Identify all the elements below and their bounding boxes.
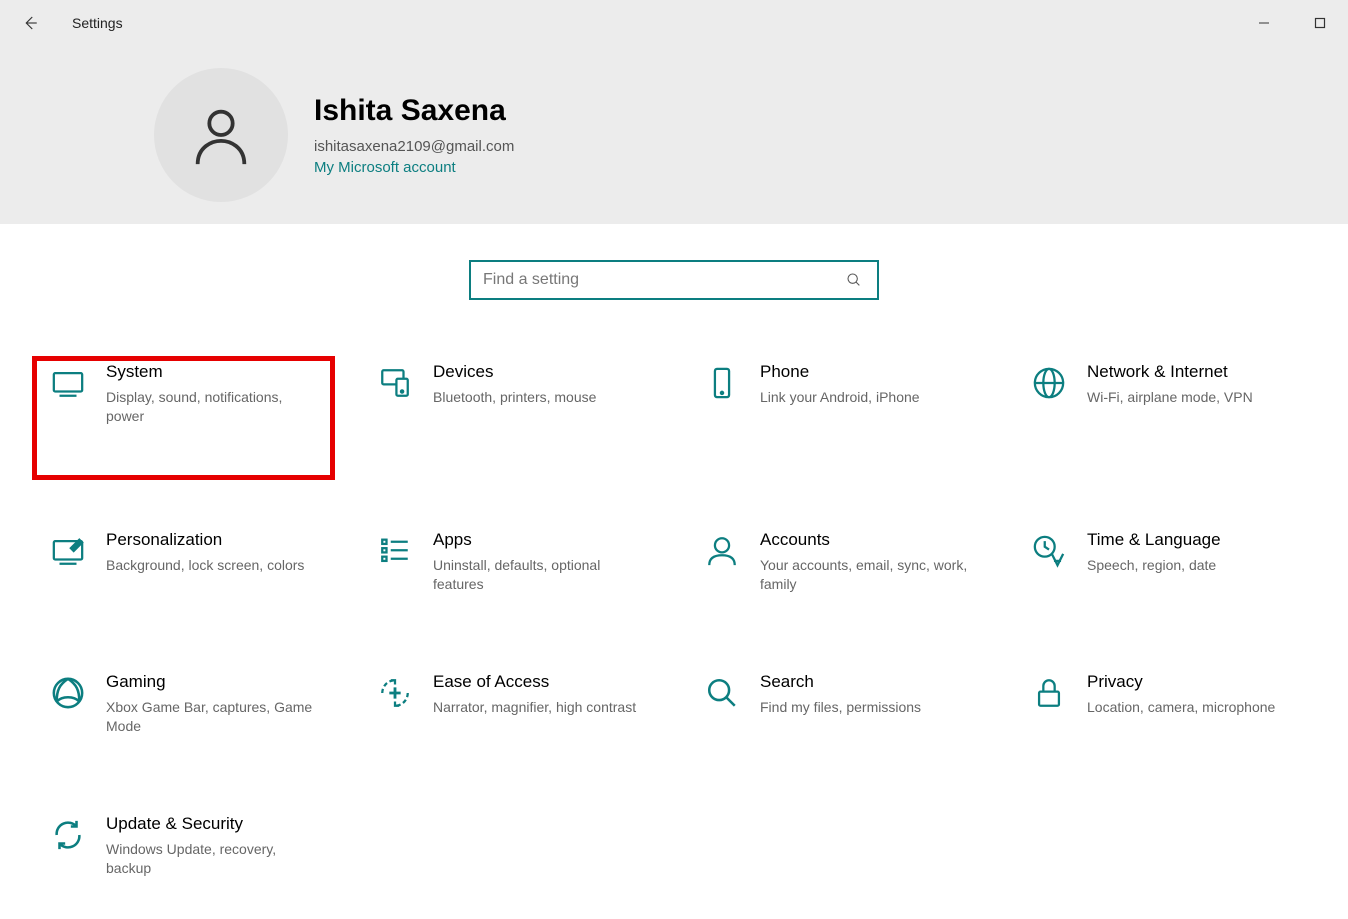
tile-system[interactable]: System Display, sound, notifications, po… xyxy=(34,358,333,478)
maximize-icon xyxy=(1314,17,1326,29)
tile-accounts[interactable]: Accounts Your accounts, email, sync, wor… xyxy=(688,526,987,620)
search-container xyxy=(0,224,1348,300)
tile-title: Ease of Access xyxy=(433,672,636,692)
microsoft-account-link[interactable]: My Microsoft account xyxy=(314,159,514,176)
tile-description: Narrator, magnifier, high contrast xyxy=(433,698,636,717)
tile-description: Find my files, permissions xyxy=(760,698,921,717)
tile-title: Network & Internet xyxy=(1087,362,1253,382)
tile-description: Display, sound, notifications, power xyxy=(106,388,321,426)
tile-description: Wi-Fi, airplane mode, VPN xyxy=(1087,388,1253,407)
minimize-icon xyxy=(1258,17,1270,29)
lock-icon xyxy=(1025,672,1073,758)
tile-phone[interactable]: Phone Link your Android, iPhone xyxy=(688,358,987,478)
tile-title: Update & Security xyxy=(106,814,321,834)
tile-description: Uninstall, defaults, optional features xyxy=(433,556,648,594)
tile-search[interactable]: Search Find my files, permissions xyxy=(688,668,987,762)
back-button[interactable] xyxy=(14,7,46,39)
tile-title: Gaming xyxy=(106,672,321,692)
tile-title: Personalization xyxy=(106,530,304,550)
tile-title: Time & Language xyxy=(1087,530,1221,550)
tile-gaming[interactable]: Gaming Xbox Game Bar, captures, Game Mod… xyxy=(34,668,333,762)
tile-network[interactable]: Network & Internet Wi-Fi, airplane mode,… xyxy=(1015,358,1314,478)
globe-icon xyxy=(1025,362,1073,474)
tile-title: System xyxy=(106,362,321,382)
minimize-button[interactable] xyxy=(1236,0,1292,46)
tile-apps[interactable]: Apps Uninstall, defaults, optional featu… xyxy=(361,526,660,620)
tile-ease-of-access[interactable]: Ease of Access Narrator, magnifier, high… xyxy=(361,668,660,762)
tile-devices[interactable]: Devices Bluetooth, printers, mouse xyxy=(361,358,660,478)
time-language-icon xyxy=(1025,530,1073,616)
tile-description: Location, camera, microphone xyxy=(1087,698,1275,717)
gaming-icon xyxy=(44,672,92,758)
tile-description: Link your Android, iPhone xyxy=(760,388,920,407)
tile-description: Windows Update, recovery, backup xyxy=(106,840,321,878)
account-name: Ishita Saxena xyxy=(314,94,514,128)
account-header: Ishita Saxena ishitasaxena2109@gmail.com… xyxy=(0,46,1348,224)
tile-title: Phone xyxy=(760,362,920,382)
account-email: ishitasaxena2109@gmail.com xyxy=(314,138,514,155)
tile-personalization[interactable]: Personalization Background, lock screen,… xyxy=(34,526,333,620)
tile-description: Background, lock screen, colors xyxy=(106,556,304,575)
ease-of-access-icon xyxy=(371,672,419,758)
tile-title: Devices xyxy=(433,362,596,382)
settings-grid: System Display, sound, notifications, po… xyxy=(0,300,1348,904)
tile-title: Apps xyxy=(433,530,648,550)
search-input[interactable] xyxy=(483,271,843,289)
tile-title: Privacy xyxy=(1087,672,1275,692)
tile-title: Search xyxy=(760,672,921,692)
window-title: Settings xyxy=(72,15,123,31)
tile-description: Bluetooth, printers, mouse xyxy=(433,388,596,407)
search-box[interactable] xyxy=(469,260,879,300)
avatar[interactable] xyxy=(154,68,288,202)
tile-title: Accounts xyxy=(760,530,975,550)
system-icon xyxy=(44,362,92,474)
devices-icon xyxy=(371,362,419,474)
back-arrow-icon xyxy=(21,14,39,32)
update-icon xyxy=(44,814,92,900)
tile-update-security[interactable]: Update & Security Windows Update, recove… xyxy=(34,810,333,904)
search-icon xyxy=(843,272,865,288)
tile-description: Xbox Game Bar, captures, Game Mode xyxy=(106,698,321,736)
tile-privacy[interactable]: Privacy Location, camera, microphone xyxy=(1015,668,1314,762)
accounts-icon xyxy=(698,530,746,616)
phone-icon xyxy=(698,362,746,474)
window-controls xyxy=(1236,0,1348,46)
user-icon xyxy=(186,100,256,170)
apps-icon xyxy=(371,530,419,616)
tile-description: Your accounts, email, sync, work, family xyxy=(760,556,975,594)
search-tile-icon xyxy=(698,672,746,758)
personalization-icon xyxy=(44,530,92,616)
tile-time-language[interactable]: Time & Language Speech, region, date xyxy=(1015,526,1314,620)
titlebar: Settings xyxy=(0,0,1348,46)
tile-description: Speech, region, date xyxy=(1087,556,1221,575)
maximize-button[interactable] xyxy=(1292,0,1348,46)
